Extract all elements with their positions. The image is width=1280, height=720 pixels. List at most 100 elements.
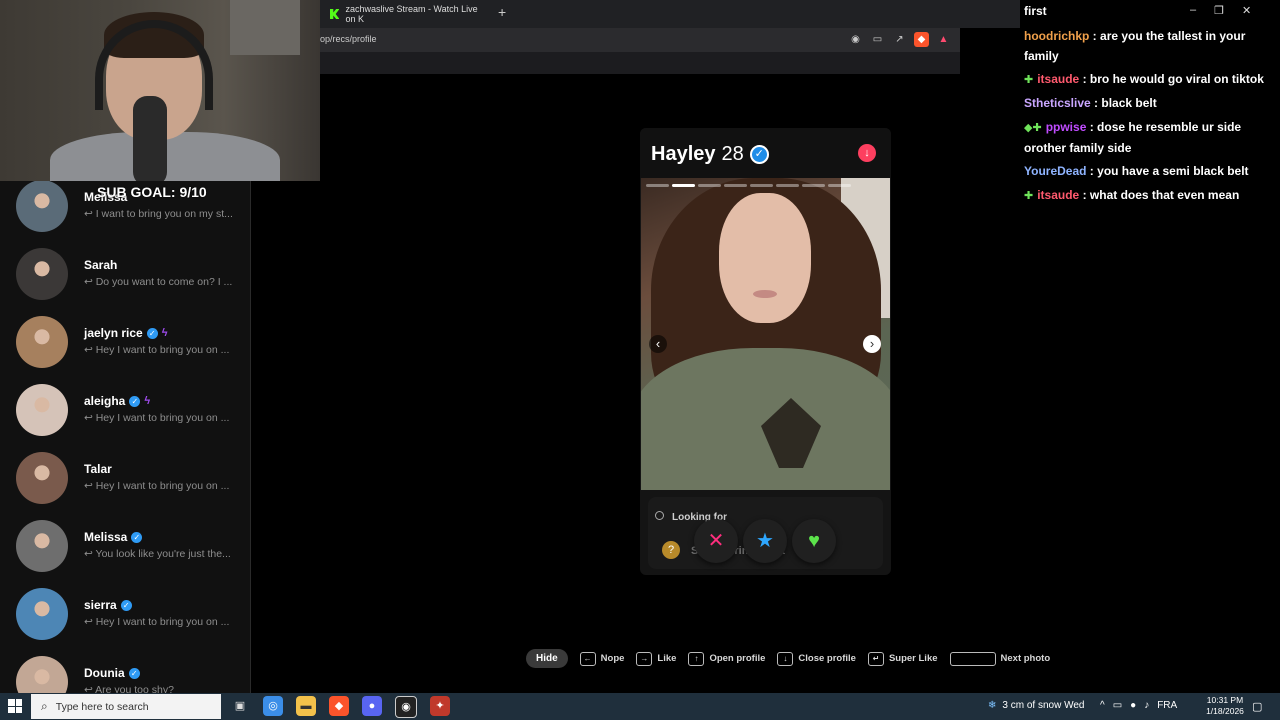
discord-icon[interactable]: ● [362, 696, 382, 716]
taskbar-search-placeholder: Type here to search [55, 700, 149, 713]
app-icon[interactable]: ✦ [430, 696, 450, 716]
chat-text: you have a semi black belt [1097, 164, 1249, 178]
chat-text: what does that even mean [1089, 188, 1240, 202]
brave-browser-icon[interactable]: ◆ [329, 696, 349, 716]
conversation-item[interactable]: Dounia ✓ ↩ Are you too shy? [16, 656, 246, 693]
minimize-button[interactable]: – [1190, 4, 1196, 17]
verified-badge-icon: ✓ [749, 145, 769, 164]
conversation-preview-text: You look like you're just the... [95, 548, 231, 560]
photo-indicator [802, 184, 825, 187]
photo-indicator [646, 184, 669, 187]
url-text[interactable]: op/recs/profile [320, 34, 377, 44]
taskbar-apps: ▣ ◎ ▬ ◆ ● ◉ ✦ [230, 696, 450, 718]
verified-badge-icon: ✓ [146, 327, 158, 339]
location-icon[interactable]: ◉ [848, 32, 863, 47]
browser-tab[interactable]: zachwaslive Stream - Watch Live on K [330, 3, 490, 25]
super-like-button[interactable]: ★ [743, 519, 787, 563]
hint-like: → Like [636, 651, 677, 666]
photo-lips [753, 290, 777, 298]
hint-like-label: Like [657, 653, 677, 664]
chat-username[interactable]: ppwise [1046, 120, 1087, 134]
kick-favicon-icon [330, 9, 340, 19]
photo-indicator [776, 184, 799, 187]
previous-photo-button[interactable]: ‹ [649, 335, 667, 353]
cast-icon[interactable]: ▭ [870, 32, 885, 47]
copilot-icon[interactable]: ◎ [263, 696, 283, 716]
profile-photo[interactable] [641, 178, 890, 490]
share-icon[interactable]: ↗ [892, 32, 907, 47]
conversation-name: sierra ✓ [84, 598, 132, 612]
sub-goal-overlay: SUB GOAL: 9/10 [97, 184, 207, 200]
conversation-preview-text: Hey I want to bring you on ... [95, 412, 230, 424]
left-arrow-key-icon: ← [579, 651, 596, 666]
weather-widget[interactable]: ❄ 3 cm of snow Wed [988, 700, 1084, 711]
collapse-profile-button[interactable]: ↓ [858, 144, 876, 162]
brave-shields-icon[interactable]: ◆ [914, 32, 929, 47]
conversation-sidebar: Melissa ↩ I want to bring you on my st..… [0, 181, 251, 693]
photo-indicator [672, 184, 695, 187]
brave-rewards-icon[interactable]: ▲ [936, 32, 951, 47]
hide-hints-button[interactable]: Hide [526, 649, 568, 668]
conversation-name: Dounia ✓ [84, 666, 140, 680]
chat-username[interactable]: hoodrichkp [1024, 29, 1089, 43]
conversation-item[interactable]: aleigha ✓ ϟ ↩ Hey I want to bring you on … [16, 384, 246, 436]
volume-icon[interactable]: ♪ [1144, 700, 1149, 711]
notification-icon[interactable]: ▢ [1252, 700, 1262, 713]
thinking-face-icon: ? [662, 541, 680, 559]
conversation-item[interactable]: jaelyn rice ✓ ϟ ↩ Hey I want to bring you… [16, 316, 246, 368]
hint-super-like: ↵ Super Like [867, 651, 938, 666]
chat-username[interactable]: itsaude [1037, 188, 1079, 202]
language-indicator[interactable]: FRA [1157, 700, 1177, 711]
microphone-icon [133, 96, 167, 181]
file-explorer-icon[interactable]: ▬ [296, 696, 316, 716]
chat-username[interactable]: itsaude [1037, 72, 1079, 86]
obs-icon[interactable]: ◉ [395, 696, 417, 718]
next-photo-button[interactable]: › [863, 335, 881, 353]
conversation-name-text: Melissa [84, 530, 128, 544]
conversation-preview: ↩ Hey I want to bring you on ... [84, 412, 230, 424]
window-controls: – ❐ ✕ [1190, 4, 1251, 17]
microphone-tray-icon[interactable]: ● [1130, 700, 1136, 711]
conversation-preview: ↩ Are you too shy? [84, 684, 174, 693]
taskbar-search-box[interactable]: ⌕ Type here to search [31, 694, 221, 719]
conversation-item[interactable]: sierra ✓ ↩ Hey I want to bring you on ..… [16, 588, 246, 640]
windows-start-icon[interactable] [8, 699, 22, 713]
like-button[interactable]: ♥ [792, 519, 836, 563]
conversation-name-text: Sarah [84, 258, 118, 272]
photo-indicator [750, 184, 773, 187]
photo-indicator [724, 184, 747, 187]
chat-message: ✚ itsaude : bro he would go viral on tikt… [1024, 72, 1264, 86]
search-icon: ⌕ [41, 699, 48, 713]
conversation-item[interactable]: Sarah ↩ Do you want to come on? I ... [16, 248, 246, 300]
conversation-name-text: sierra [84, 598, 117, 612]
chat-badge-icon: ◆✚ [1024, 122, 1042, 134]
chat-message: hoodrichkp : are you the tallest in your… [1024, 29, 1246, 63]
conversation-preview: ↩ Hey I want to bring you on ... [84, 616, 230, 628]
search-icon [655, 511, 664, 520]
system-tray: ^ ▭ ● ♪ FRA [1100, 700, 1177, 711]
chat-text: black belt [1101, 96, 1157, 110]
nope-button[interactable]: ✕ [694, 519, 738, 563]
network-icon[interactable]: ▭ [1113, 700, 1122, 711]
conversation-preview-text: Are you too shy? [95, 684, 174, 693]
taskbar-clock[interactable]: 10:31 PM 1/18/2026 [1200, 695, 1250, 717]
conversation-item[interactable]: Talar ↩ Hey I want to bring you on ... [16, 452, 246, 504]
restore-button[interactable]: ❐ [1214, 4, 1224, 17]
conversation-name-text: Talar [84, 462, 112, 476]
conversation-item[interactable]: Melissa ✓ ↩ You look like you're just th… [16, 520, 246, 572]
weather-text: 3 cm of snow Wed [1002, 700, 1085, 711]
tab-title: zachwaslive Stream - Watch Live on K [345, 4, 478, 24]
chat-username[interactable]: Stheticslive [1024, 96, 1091, 110]
photo-sweater [641, 348, 890, 490]
task-view-icon[interactable]: ▣ [230, 696, 250, 716]
avatar [16, 588, 68, 640]
snowflake-icon: ❄ [988, 700, 997, 711]
chat-text: bro he would go viral on tiktok [1089, 72, 1264, 86]
chat-message: ◆✚ ppwise : dose he resemble ur side orot… [1024, 120, 1242, 155]
new-tab-button[interactable]: + [498, 4, 506, 20]
enter-key-icon: ↵ [867, 651, 884, 666]
tray-chevron-icon[interactable]: ^ [1100, 700, 1105, 711]
conversation-name-text: Dounia [84, 666, 125, 680]
close-window-button[interactable]: ✕ [1242, 4, 1251, 17]
chat-username[interactable]: YoureDead [1024, 164, 1086, 178]
